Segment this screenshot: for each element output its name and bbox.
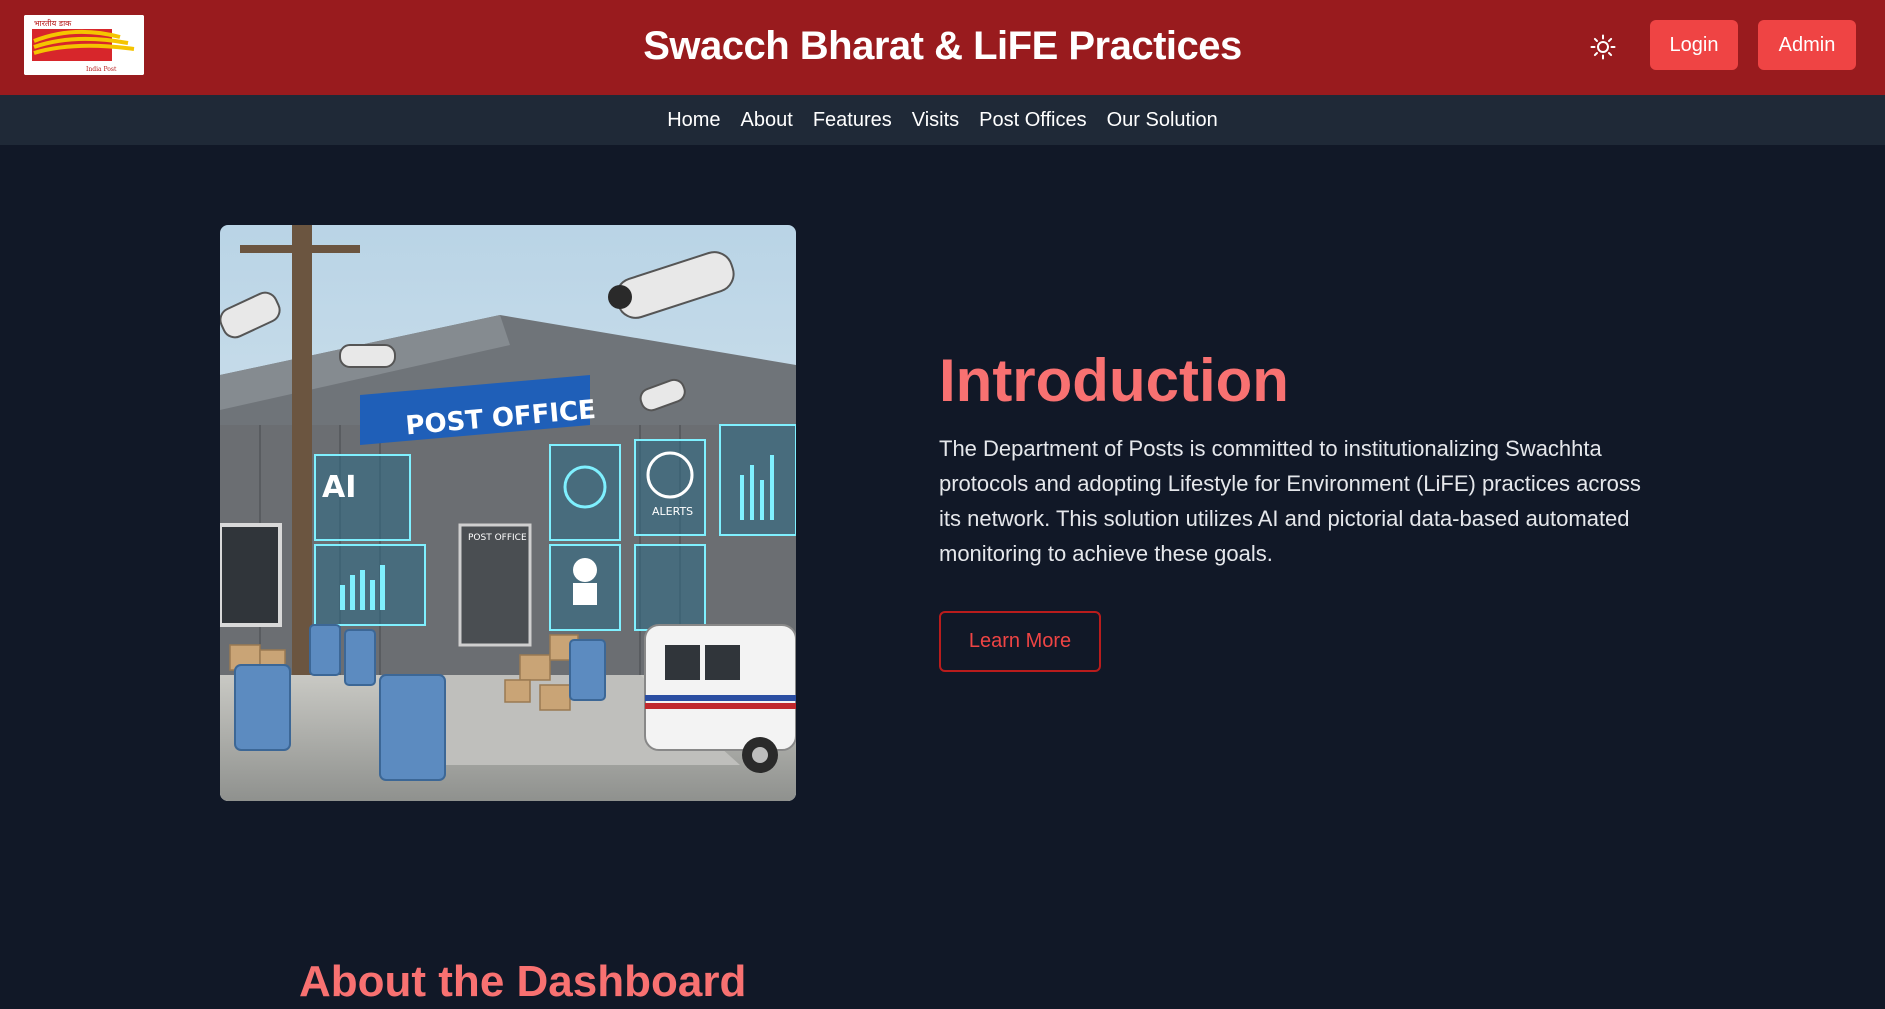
about-dashboard-heading: About the Dashboard — [299, 957, 747, 1006]
door-sign: POST OFFICE — [468, 533, 527, 543]
ai-label: AI — [322, 470, 356, 505]
hero-image: POST OFFICE POST OFFICE AI ALERTS — [220, 225, 796, 801]
theme-toggle-button[interactable] — [1588, 32, 1618, 62]
introduction-heading: Introduction — [939, 347, 1289, 414]
nav-post-offices[interactable]: Post Offices — [979, 109, 1086, 132]
nav-features[interactable]: Features — [813, 109, 892, 132]
top-header: भारतीय डाक India Post Swacch Bharat & Li… — [0, 0, 1885, 95]
introduction-text: The Department of Posts is committed to … — [939, 436, 1641, 566]
nav-visits[interactable]: Visits — [912, 109, 959, 132]
nav-about[interactable]: About — [741, 109, 793, 132]
login-button[interactable]: Login — [1650, 20, 1738, 70]
learn-more-button[interactable]: Learn More — [939, 611, 1101, 672]
alerts-label: ALERTS — [652, 505, 693, 518]
admin-button[interactable]: Admin — [1758, 20, 1856, 70]
nav-our-solution[interactable]: Our Solution — [1107, 109, 1218, 132]
main-nav: Home About Features Visits Post Offices … — [0, 95, 1885, 145]
post-office-illustration: POST OFFICE POST OFFICE AI ALERTS — [220, 225, 796, 801]
nav-home[interactable]: Home — [667, 109, 720, 132]
sun-icon — [1590, 34, 1616, 60]
